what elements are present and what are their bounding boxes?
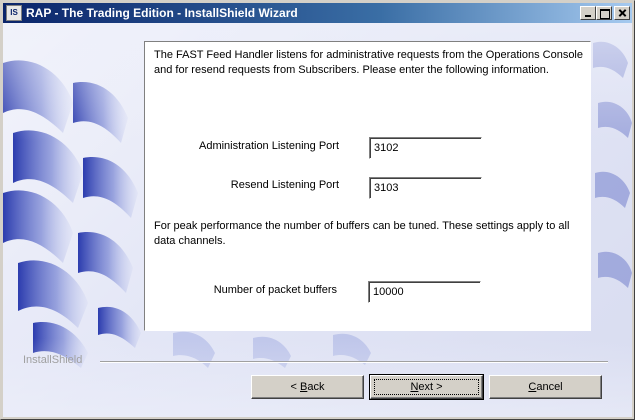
- installshield-app-icon[interactable]: IS: [6, 5, 22, 21]
- buffers-info-text: For peak performance the number of buffe…: [154, 220, 570, 247]
- close-button[interactable]: [614, 6, 630, 20]
- next-button[interactable]: Next >: [369, 374, 484, 400]
- focus-indicator: [374, 379, 479, 395]
- installshield-wizard-window: IS RAP - The Trading Edition - InstallSh…: [0, 0, 635, 420]
- minimize-button[interactable]: [580, 6, 596, 20]
- window-title: RAP - The Trading Edition - InstallShiel…: [26, 6, 298, 20]
- intro-text: The FAST Feed Handler listens for admini…: [154, 49, 583, 76]
- title-bar[interactable]: IS RAP - The Trading Edition - InstallSh…: [3, 3, 632, 23]
- back-button[interactable]: < Back: [251, 375, 364, 399]
- resend-port-input[interactable]: [369, 177, 482, 199]
- maximize-button[interactable]: [596, 6, 612, 20]
- packet-buffers-input[interactable]: [368, 281, 481, 303]
- wizard-body: The FAST Feed Handler listens for admini…: [3, 23, 632, 417]
- admin-port-label: Administration Listening Port: [198, 140, 339, 152]
- content-panel: The FAST Feed Handler listens for admini…: [144, 41, 591, 331]
- footer-divider: [100, 361, 608, 363]
- packet-buffers-label: Number of packet buffers: [213, 284, 337, 296]
- cancel-button[interactable]: Cancel: [489, 375, 602, 399]
- admin-port-input[interactable]: [369, 137, 482, 159]
- installshield-brand-label: InstallShield: [23, 354, 83, 366]
- resend-port-label: Resend Listening Port: [230, 179, 339, 191]
